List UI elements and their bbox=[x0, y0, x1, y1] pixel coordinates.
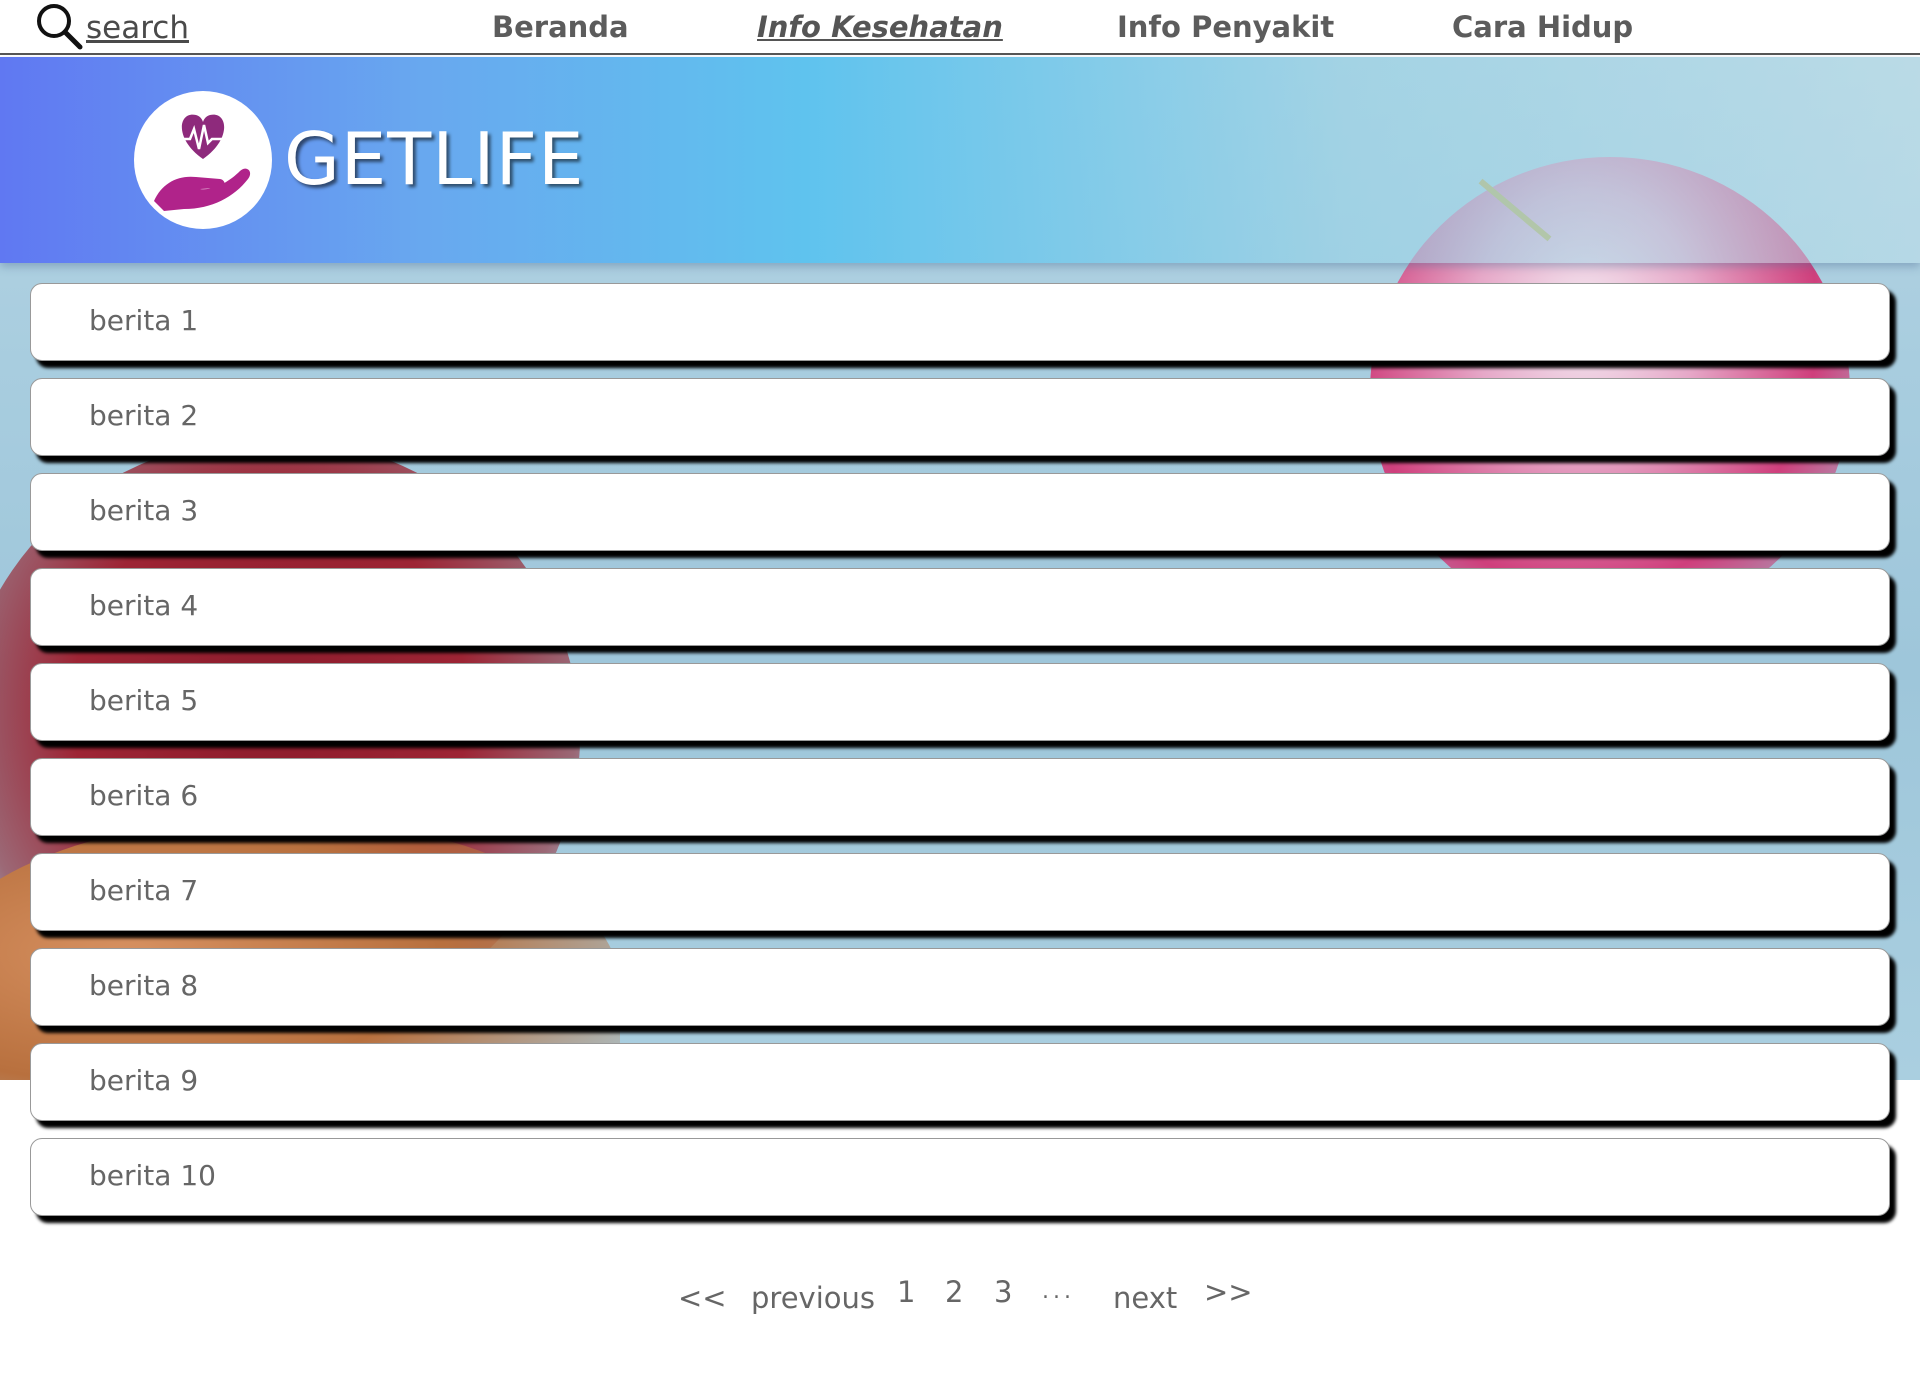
list-item[interactable]: berita 4 bbox=[30, 568, 1890, 646]
previous-page-link[interactable]: previous bbox=[751, 1281, 875, 1315]
search-label: search bbox=[86, 10, 189, 46]
list-item-title: berita 2 bbox=[89, 399, 199, 432]
list-item-title: berita 6 bbox=[89, 779, 199, 812]
list-item-title: berita 5 bbox=[89, 684, 199, 717]
heart-hand-icon bbox=[134, 114, 272, 233]
list-item-title: berita 3 bbox=[89, 494, 199, 527]
pagination-ellipsis: ... bbox=[1042, 1279, 1075, 1304]
search-icon bbox=[34, 1, 84, 55]
list-item[interactable]: berita 3 bbox=[30, 473, 1890, 551]
page-link-2[interactable]: 2 bbox=[945, 1275, 963, 1309]
list-item-title: berita 8 bbox=[89, 969, 199, 1002]
list-item-title: berita 7 bbox=[89, 874, 199, 907]
last-page-link[interactable]: >> bbox=[1204, 1275, 1253, 1309]
nav-info-penyakit[interactable]: Info Penyakit bbox=[1117, 10, 1334, 44]
list-item-title: berita 10 bbox=[89, 1159, 216, 1192]
list-item[interactable]: berita 9 bbox=[30, 1043, 1890, 1121]
nav-info-kesehatan[interactable]: Info Kesehatan bbox=[757, 10, 1003, 44]
header-banner: GETLIFE bbox=[0, 57, 1920, 263]
first-page-link[interactable]: << bbox=[678, 1281, 727, 1315]
list-item[interactable]: berita 2 bbox=[30, 378, 1890, 456]
list-item[interactable]: berita 6 bbox=[30, 758, 1890, 836]
pagination: << previous 1 2 3 ... next >> bbox=[0, 1275, 1920, 1325]
top-navbar: search Beranda Info Kesehatan Info Penya… bbox=[0, 0, 1920, 55]
list-item-title: berita 4 bbox=[89, 589, 199, 622]
page-link-3[interactable]: 3 bbox=[994, 1275, 1012, 1309]
next-page-link[interactable]: next bbox=[1113, 1281, 1177, 1315]
news-list: berita 1 berita 2 berita 3 berita 4 beri… bbox=[30, 283, 1890, 1233]
list-item-title: berita 1 bbox=[89, 304, 199, 337]
list-item-title: berita 9 bbox=[89, 1064, 199, 1097]
list-item[interactable]: berita 8 bbox=[30, 948, 1890, 1026]
list-item[interactable]: berita 10 bbox=[30, 1138, 1890, 1216]
logo[interactable] bbox=[134, 91, 272, 229]
list-item[interactable]: berita 5 bbox=[30, 663, 1890, 741]
search-link[interactable]: search bbox=[34, 4, 189, 52]
brand-name: GETLIFE bbox=[284, 117, 585, 201]
nav-cara-hidup[interactable]: Cara Hidup bbox=[1452, 10, 1633, 44]
nav-beranda[interactable]: Beranda bbox=[492, 10, 629, 44]
list-item[interactable]: berita 7 bbox=[30, 853, 1890, 931]
page-link-1[interactable]: 1 bbox=[897, 1275, 915, 1309]
list-item[interactable]: berita 1 bbox=[30, 283, 1890, 361]
